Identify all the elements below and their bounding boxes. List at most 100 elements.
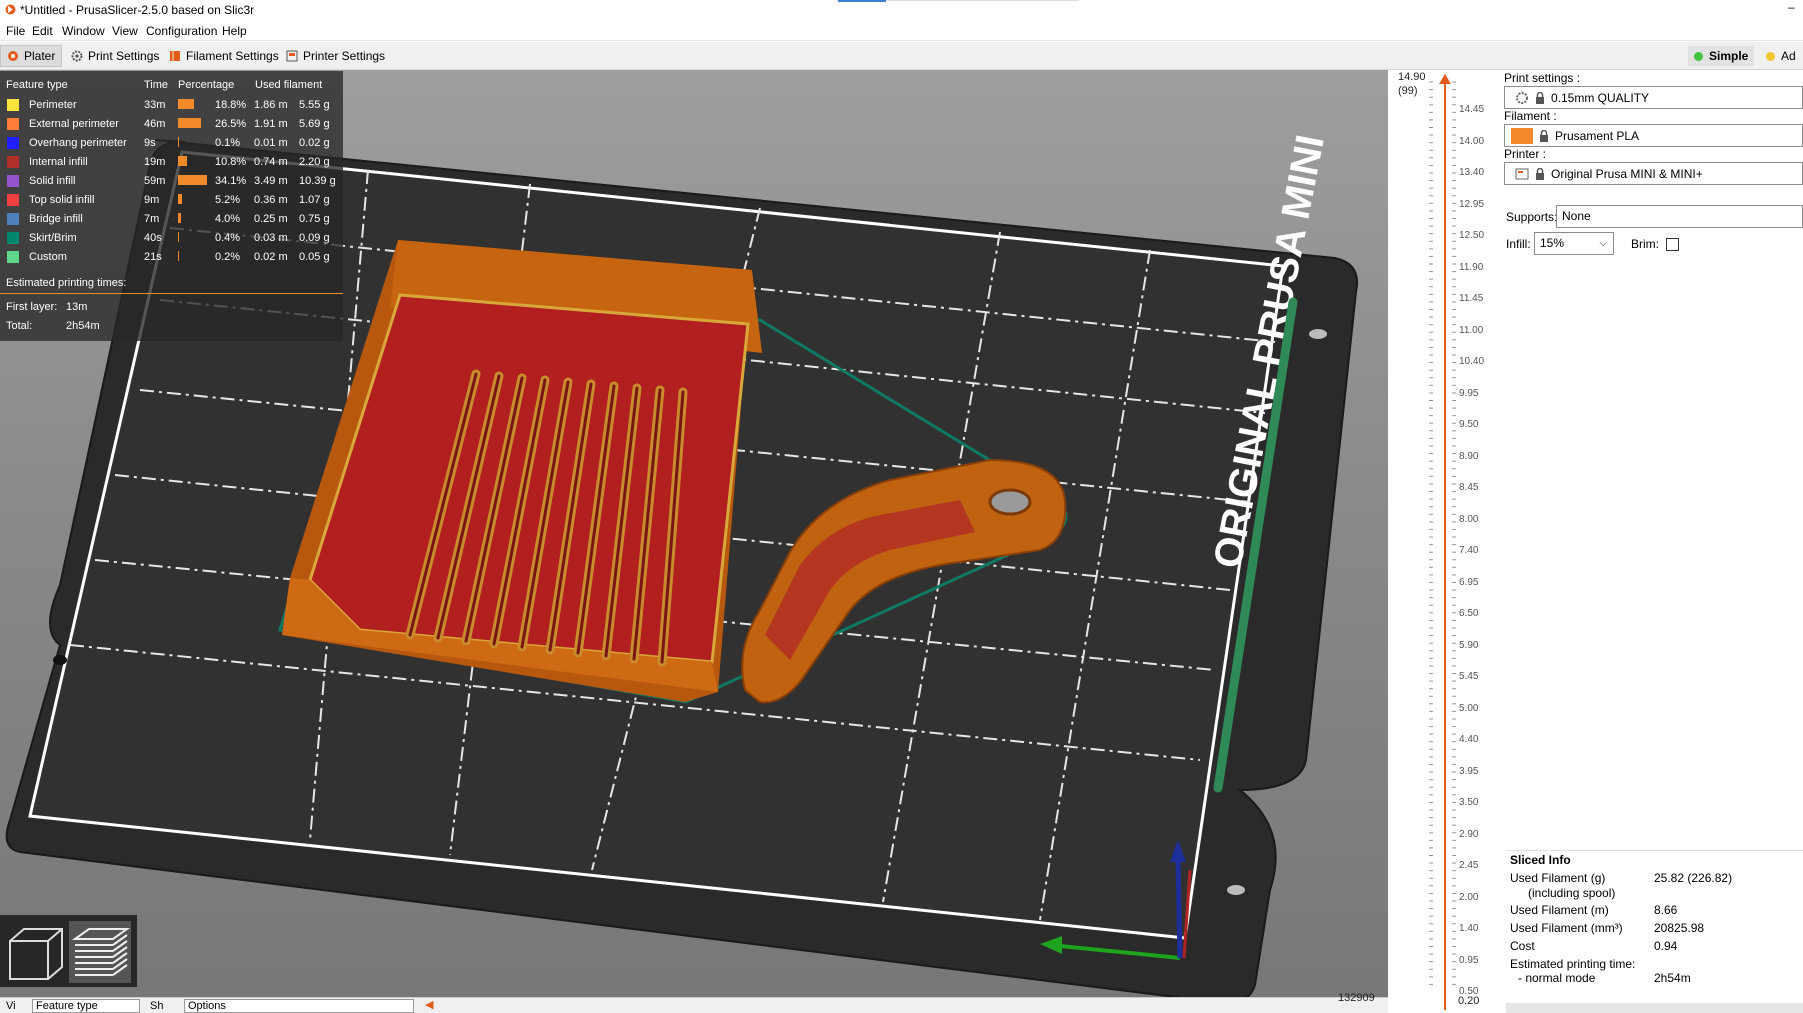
- legend-color-swatch[interactable]: [7, 251, 19, 263]
- legend-feature-name: Custom: [29, 251, 67, 263]
- slider-track[interactable]: [1388, 70, 1498, 1013]
- legend-panel: Feature type Time Percentage Used filame…: [0, 71, 343, 341]
- tab-printer-settings[interactable]: Printer Settings: [279, 45, 392, 67]
- sliced-info-value: 25.82 (226.82): [1654, 871, 1733, 885]
- legend-color-swatch[interactable]: [7, 175, 19, 187]
- legend-color-swatch[interactable]: [7, 99, 19, 111]
- minimize-button[interactable]: –: [1788, 0, 1795, 14]
- mode-simple-button[interactable]: Simple: [1688, 46, 1755, 66]
- legend-percent-bar: [178, 156, 187, 166]
- show-options-select[interactable]: Options: [184, 999, 414, 1013]
- menu-help[interactable]: Help: [222, 24, 247, 38]
- legend-feature-percent: 18.8%: [215, 99, 247, 111]
- spool-icon: [170, 51, 180, 61]
- slider-tick-label: 14.00: [1459, 135, 1485, 147]
- 3d-view-button[interactable]: [4, 921, 66, 983]
- window-title: *Untitled - PrusaSlicer-2.5.0 based on S…: [20, 3, 255, 17]
- legend-row[interactable]: Internal infill 19m 10.8% 0.74 m 2.20 g: [0, 153, 343, 172]
- legend-row[interactable]: Top solid infill 9m 5.2% 0.36 m 1.07 g: [0, 191, 343, 210]
- mode-advanced-button[interactable]: Ad: [1760, 46, 1802, 66]
- legend-color-swatch[interactable]: [7, 232, 19, 244]
- legend-color-swatch[interactable]: [7, 156, 19, 168]
- bed-mount-hole: [53, 655, 67, 665]
- legend-color-swatch[interactable]: [7, 213, 19, 225]
- slider-tick-label: 13.40: [1459, 167, 1485, 178]
- sliced-info-key: Used Filament (mm³): [1510, 921, 1623, 935]
- brim-checkbox[interactable]: [1666, 238, 1679, 251]
- legend-feature-weight: 0.75 g: [299, 213, 330, 225]
- sliced-info-title: Sliced Info: [1510, 853, 1571, 867]
- legend-feature-percent: 0.1%: [215, 137, 241, 149]
- filament-select[interactable]: Prusament PLA: [1504, 124, 1803, 147]
- sliced-info-key: Used Filament (g): [1510, 871, 1606, 885]
- legend-row[interactable]: Skirt/Brim 40s 0.4% 0.03 m 0.09 g: [0, 229, 343, 248]
- printer-label: Printer :: [1504, 147, 1547, 161]
- printer-select[interactable]: Original Prusa MINI & MINI+: [1504, 162, 1803, 185]
- legend-percent-bar: [178, 175, 207, 185]
- tab-filament-settings[interactable]: Filament Settings: [162, 45, 286, 67]
- legend-feature-name: Internal infill: [29, 156, 88, 168]
- legend-row[interactable]: Overhang perimeter 9s 0.1% 0.01 m 0.02 g: [0, 134, 343, 153]
- legend-feature-time: 19m: [144, 156, 166, 168]
- legend-percent-bar: [178, 99, 194, 109]
- legend-feature-weight: 0.02 g: [299, 137, 330, 149]
- prusaslicer-logo-icon: [5, 4, 16, 15]
- legend-feature-length: 0.01 m: [254, 137, 288, 149]
- slider-tick-label: 7.40: [1459, 545, 1479, 556]
- supports-label: Supports:: [1506, 210, 1558, 224]
- infill-select[interactable]: 15% ⌵: [1534, 232, 1614, 255]
- slider-tick-label: 9.95: [1459, 387, 1479, 399]
- layer-height-slider[interactable]: 14.90 (99) 14.45 14.00 13.40 12.95 12.50 11.9…: [1338, 70, 1498, 1013]
- legend-row[interactable]: Bridge infill 7m 4.0% 0.25 m 0.75 g: [0, 210, 343, 229]
- legend-color-swatch[interactable]: [7, 137, 19, 149]
- legend-feature-percent: 5.2%: [215, 194, 241, 206]
- menu-configuration[interactable]: Configuration: [146, 24, 217, 38]
- legend-feature-percent: 0.2%: [215, 251, 241, 263]
- legend-feature-length: 0.36 m: [254, 194, 288, 206]
- chevron-down-icon: ⌵: [1599, 238, 1607, 249]
- slider-tick-label: 5.45: [1459, 671, 1479, 682]
- title-bar: *Untitled - PrusaSlicer-2.5.0 based on S…: [0, 0, 1803, 20]
- menu-edit[interactable]: Edit: [32, 24, 53, 38]
- legend-feature-weight: 1.07 g: [299, 194, 330, 206]
- print-settings-label: Print settings :: [1504, 71, 1581, 85]
- tab-plater[interactable]: Plater: [0, 45, 63, 67]
- lock-icon: [1536, 91, 1544, 104]
- legend-feature-length: 0.02 m: [254, 251, 288, 263]
- menu-file[interactable]: File: [6, 24, 25, 38]
- legend-percent-bar: [178, 251, 179, 261]
- print-settings-select[interactable]: 0.15mm QUALITY: [1504, 86, 1803, 109]
- slider-tick-label: 12.95: [1459, 198, 1485, 210]
- legend-row[interactable]: External perimeter 46m 26.5% 1.91 m 5.69 g: [0, 115, 343, 134]
- legend-row[interactable]: Solid infill 59m 34.1% 3.49 m 10.39 g: [0, 172, 343, 191]
- legend-row[interactable]: Perimeter 33m 18.8% 1.86 m 5.55 g: [0, 96, 343, 115]
- sidebar-horizontal-scrollbar[interactable]: [1506, 1003, 1803, 1013]
- legend-header-time: Time: [144, 79, 169, 91]
- legend-color-swatch[interactable]: [7, 194, 19, 206]
- legend-feature-weight: 0.09 g: [299, 232, 330, 244]
- legend-row[interactable]: Custom 21s 0.2% 0.02 m 0.05 g: [0, 248, 343, 267]
- menu-view[interactable]: View: [112, 24, 138, 38]
- tab-bar: Plater Print Settings Filament Settings …: [0, 42, 1803, 70]
- legend-feature-length: 1.91 m: [254, 118, 288, 130]
- layers-preview-button[interactable]: [69, 921, 131, 983]
- legend-feature-weight: 10.39 g: [299, 175, 336, 187]
- legend-feature-weight: 5.69 g: [299, 118, 330, 130]
- printer-value: Original Prusa MINI & MINI+: [1551, 166, 1703, 181]
- sliced-info-key: - normal mode: [1518, 971, 1596, 985]
- slider-tick-label: 2.45: [1459, 860, 1479, 871]
- legend-color-swatch[interactable]: [7, 118, 19, 130]
- slider-tick-label: 5.90: [1459, 639, 1479, 651]
- menu-window[interactable]: Window: [62, 24, 105, 38]
- legend-feature-length: 3.49 m: [254, 175, 288, 187]
- legend-percent-bar: [178, 232, 179, 242]
- legend-feature-percent: 0.4%: [215, 232, 241, 244]
- slider-tick-label: 3.95: [1459, 765, 1479, 777]
- collapse-arrow-icon[interactable]: ◀: [425, 998, 433, 1011]
- tab-print-settings[interactable]: Print Settings: [64, 45, 166, 67]
- supports-select[interactable]: None: [1556, 205, 1803, 228]
- filament-color-swatch[interactable]: [1511, 127, 1533, 144]
- legend-first-layer-label: First layer:: [6, 301, 58, 313]
- view-type-select[interactable]: Feature type: [32, 999, 140, 1013]
- slider-upper-thumb-icon[interactable]: [1439, 74, 1451, 84]
